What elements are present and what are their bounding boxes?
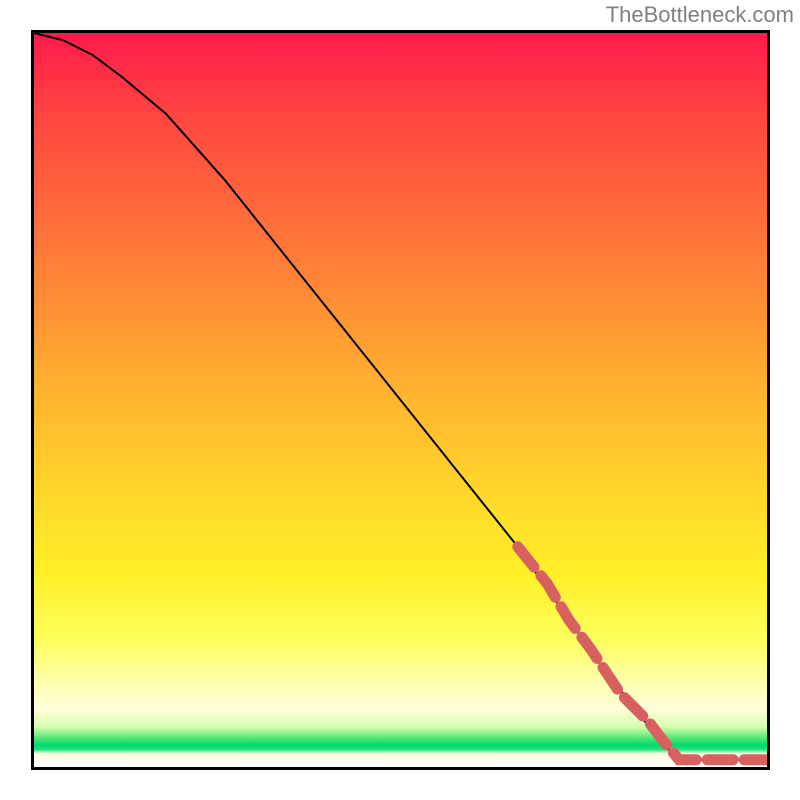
- watermark-text: TheBottleneck.com: [606, 2, 794, 28]
- curve-layer: [34, 33, 767, 767]
- plot-area: [31, 30, 770, 770]
- highlight-segment-line: [518, 547, 767, 760]
- main-curve-line: [34, 33, 767, 760]
- chart-stage: TheBottleneck.com: [0, 0, 800, 800]
